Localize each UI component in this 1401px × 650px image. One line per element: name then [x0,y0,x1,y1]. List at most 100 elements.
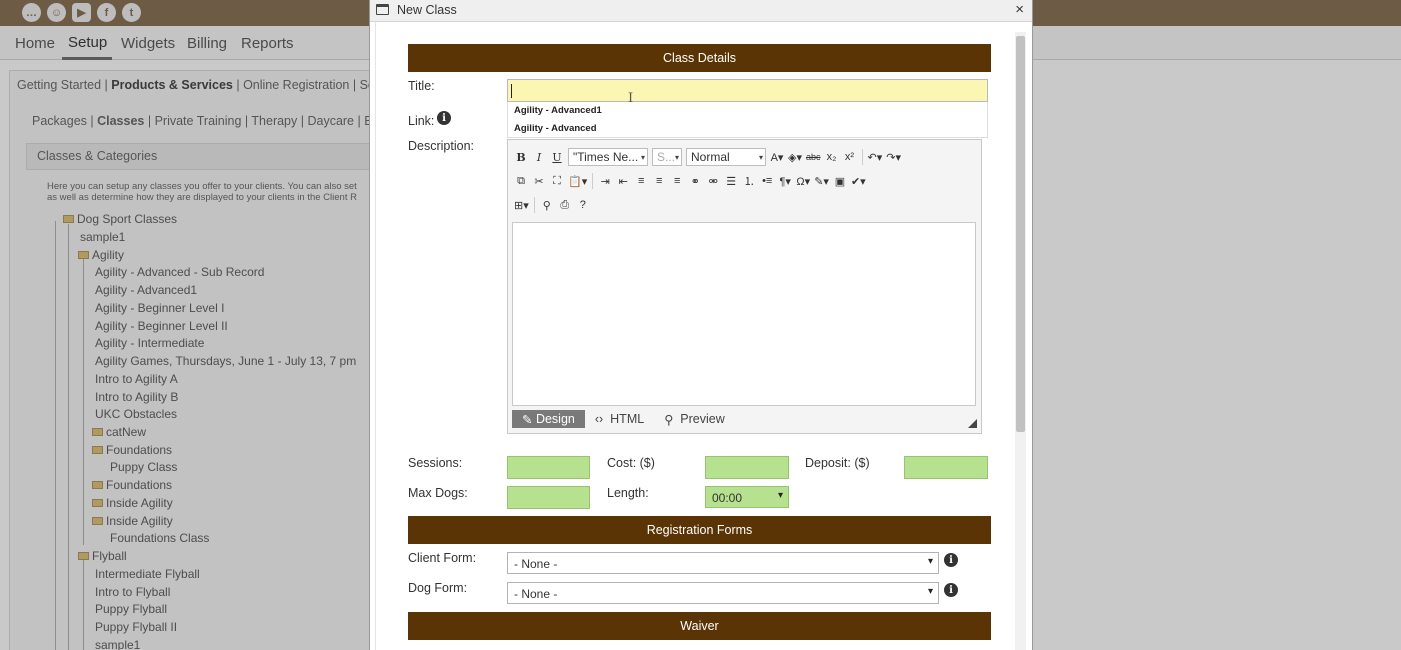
outdent-icon[interactable]: ⇤ [614,172,632,190]
twitter-icon[interactable]: t [122,3,141,22]
tree-item[interactable]: sample1 [95,638,140,650]
bullet-list-icon[interactable]: •≡ [758,172,776,190]
chat-icon[interactable]: … [22,3,41,22]
tree-folder[interactable]: Agility [78,248,124,262]
info-icon[interactable]: i [944,583,958,597]
tree-folder[interactable]: Inside Agility [92,496,173,510]
format-stripper-icon[interactable]: ✎▾ [812,172,831,190]
autocomplete-option[interactable]: Agility - Advanced [508,120,987,138]
underline-button[interactable]: U [548,148,566,166]
insert-link-icon[interactable]: ⚭ [686,172,704,190]
tree-folder[interactable]: catNew [92,425,146,439]
tree-item[interactable]: Agility - Beginner Level I [95,301,224,315]
dialog-titlebar[interactable]: New Class × [370,0,1032,22]
bold-button[interactable]: B [512,148,530,166]
numbered-list-icon[interactable]: ⒈ [740,172,758,190]
resize-handle[interactable] [968,419,977,428]
tree-item[interactable]: Agility - Advanced1 [95,283,197,297]
nav-setup[interactable]: Setup [68,34,107,51]
format-select[interactable]: Normal [686,148,766,166]
tree-item[interactable]: Agility Games, Thursdays, June 1 - July … [95,354,356,368]
superscript-icon[interactable]: x² [841,148,859,166]
remove-link-icon[interactable]: ⚮ [704,172,722,190]
highlight-icon[interactable]: ◈▾ [786,148,804,166]
subnav-packages[interactable]: Packages [32,114,87,128]
paste-icon[interactable]: 📋▾ [566,172,589,190]
subnav-online-registration[interactable]: Online Registration [243,78,349,92]
symbol-icon[interactable]: Ω▾ [794,172,812,190]
support-icon[interactable]: ☺ [47,3,66,22]
sessions-input[interactable] [507,456,590,479]
justify-icon[interactable]: ☰ [722,172,740,190]
subnav-daycare[interactable]: Daycare [307,114,354,128]
tree-item[interactable]: Agility - Advanced - Sub Record [95,265,264,279]
tree-item[interactable]: Intro to Flyball [95,585,170,599]
tree-item[interactable]: Agility - Intermediate [95,336,204,350]
align-right-icon[interactable]: ≡ [668,172,686,190]
tree-folder[interactable]: Foundations [92,478,172,492]
dialog-scrollbar[interactable] [1015,32,1026,650]
max-dogs-input[interactable] [507,486,590,509]
tree-item[interactable]: sample1 [80,230,125,244]
align-center-icon[interactable]: ≡ [650,172,668,190]
preview-mode-tab[interactable]: ⚲ Preview [654,410,735,428]
title-input[interactable] [507,79,988,102]
print-icon[interactable]: ⎙ [556,196,574,214]
tree-item[interactable]: UKC Obstacles [95,407,177,421]
subnav-classes[interactable]: Classes [97,114,144,128]
youtube-icon[interactable]: ▶ [72,3,91,22]
find-icon[interactable]: ⚲ [538,196,556,214]
length-select[interactable]: 00:00 [705,486,789,508]
info-icon[interactable]: i [944,553,958,567]
table-icon[interactable]: ⊞▾ [512,196,531,214]
font-name-select[interactable]: "Times Ne... [568,148,648,166]
tree-item[interactable]: Intro to Agility B [95,390,178,404]
help-icon[interactable]: ? [574,196,592,214]
nav-widgets[interactable]: Widgets [121,35,175,52]
subnav-private-training[interactable]: Private Training [155,114,242,128]
client-form-select[interactable]: - None - [507,552,939,574]
subscript-icon[interactable]: x₂ [823,148,841,166]
info-icon[interactable]: i [437,111,451,125]
design-mode-tab[interactable]: ✎ Design [512,410,585,428]
undo-icon[interactable]: ↶▾ [866,148,885,166]
deposit-input[interactable] [904,456,988,479]
subnav-products-services[interactable]: Products & Services [111,78,233,92]
tree-folder[interactable]: Dog Sport Classes [63,212,177,226]
select-all-icon[interactable]: ⛶ [548,172,566,190]
indent-icon[interactable]: ⇥ [596,172,614,190]
tree-item[interactable]: Intro to Agility A [95,372,178,386]
nav-reports[interactable]: Reports [241,35,294,52]
nav-home[interactable]: Home [15,35,55,52]
redo-icon[interactable]: ↷▾ [884,148,903,166]
paragraph-icon[interactable]: ¶▾ [776,172,794,190]
cost-input[interactable] [705,456,789,479]
html-mode-tab[interactable]: ‹› HTML [585,410,654,428]
spellcheck-icon[interactable]: ✔▾ [849,172,868,190]
close-icon[interactable]: × [1015,1,1024,18]
tree-item[interactable]: Puppy Flyball [95,602,167,616]
font-color-icon[interactable]: A▾ [768,148,786,166]
font-size-select[interactable]: S... [652,148,682,166]
copy-icon[interactable]: ⧉ [512,172,530,190]
subnav-getting-started[interactable]: Getting Started [17,78,101,92]
tree-item[interactable]: Intermediate Flyball [95,567,200,581]
nav-billing[interactable]: Billing [187,35,227,52]
tree-folder[interactable]: Inside Agility [92,514,173,528]
subnav-therapy[interactable]: Therapy [251,114,297,128]
editor-content-area[interactable] [512,222,976,406]
tree-folder[interactable]: Flyball [78,549,127,563]
facebook-icon[interactable]: f [97,3,116,22]
tree-item[interactable]: Puppy Class [110,460,177,474]
italic-button[interactable]: I [530,148,548,166]
dog-form-select[interactable]: - None - [507,582,939,604]
tree-item[interactable]: Agility - Beginner Level II [95,319,228,333]
align-left-icon[interactable]: ≡ [632,172,650,190]
tree-item[interactable]: Puppy Flyball II [95,620,177,634]
cut-icon[interactable]: ✂ [530,172,548,190]
strikethrough-icon[interactable]: abc [804,148,823,166]
tree-item[interactable]: Foundations Class [110,531,209,545]
scrollbar-thumb[interactable] [1016,36,1025,432]
insert-image-icon[interactable]: ▣ [831,172,849,190]
autocomplete-option[interactable]: Agility - Advanced1 [508,102,987,120]
